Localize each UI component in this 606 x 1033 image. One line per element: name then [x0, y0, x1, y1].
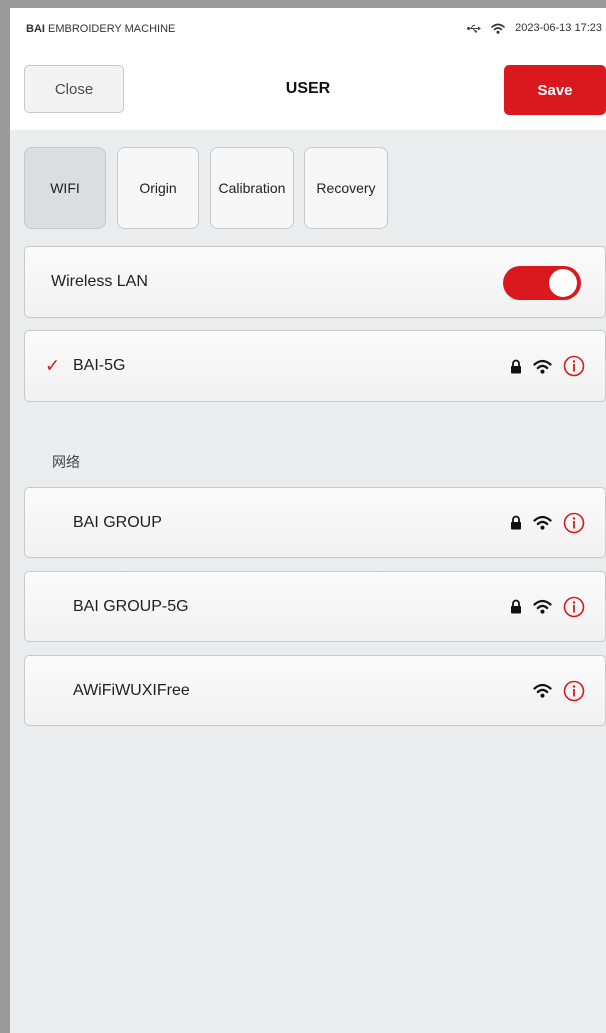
- check-icon: ✓: [45, 355, 61, 376]
- status-indicators: 2023-06-13 17:23: [467, 22, 602, 34]
- network-name: BAI GROUP-5G: [73, 597, 189, 615]
- toggle-knob: [549, 269, 577, 297]
- status-datetime: 2023-06-13 17:23: [515, 22, 602, 34]
- info-icon[interactable]: [563, 512, 585, 534]
- network-icons: [510, 355, 585, 377]
- save-button[interactable]: Save: [504, 65, 606, 115]
- status-app-name: BAI EMBROIDERY MACHINE: [26, 23, 175, 35]
- network-icons: [510, 596, 585, 618]
- wifi-signal-icon: [533, 599, 552, 614]
- networks-section-label: 网络: [52, 455, 80, 471]
- usb-icon: [467, 24, 482, 33]
- top-bar: BAI EMBROIDERY MACHINE 2023-06-13 17:23 …: [10, 8, 606, 130]
- info-icon[interactable]: [563, 355, 585, 377]
- network-icons: [510, 512, 585, 534]
- network-name: BAI GROUP: [73, 513, 162, 531]
- wireless-lan-toggle[interactable]: [503, 266, 581, 300]
- network-name: BAI-5G: [73, 357, 126, 374]
- brand-name: BAI: [26, 23, 45, 35]
- wifi-signal-icon: [533, 683, 552, 698]
- tab-calibration[interactable]: Calibration: [210, 147, 294, 229]
- wireless-lan-label: Wireless LAN: [51, 273, 148, 290]
- info-icon[interactable]: [563, 596, 585, 618]
- lock-icon: [510, 515, 522, 530]
- network-icons: [533, 680, 585, 702]
- connected-network-row[interactable]: ✓ BAI-5G: [24, 330, 606, 402]
- wifi-signal-icon: [533, 359, 552, 374]
- info-icon[interactable]: [563, 680, 585, 702]
- tab-wifi[interactable]: WIFI: [24, 147, 106, 229]
- network-row[interactable]: BAI GROUP-5G: [24, 571, 606, 642]
- app-name: EMBROIDERY MACHINE: [48, 23, 176, 35]
- lock-icon: [510, 599, 522, 614]
- network-row[interactable]: AWiFiWUXIFree: [24, 655, 606, 726]
- tab-origin[interactable]: Origin: [117, 147, 199, 229]
- device-frame: BAI EMBROIDERY MACHINE 2023-06-13 17:23 …: [0, 0, 606, 1033]
- wifi-icon: [491, 23, 505, 34]
- tab-recovery[interactable]: Recovery: [304, 147, 388, 229]
- network-row[interactable]: BAI GROUP: [24, 487, 606, 558]
- lock-icon: [510, 359, 522, 374]
- wireless-lan-row: Wireless LAN: [24, 246, 606, 318]
- wifi-signal-icon: [533, 515, 552, 530]
- network-name: AWiFiWUXIFree: [73, 681, 190, 699]
